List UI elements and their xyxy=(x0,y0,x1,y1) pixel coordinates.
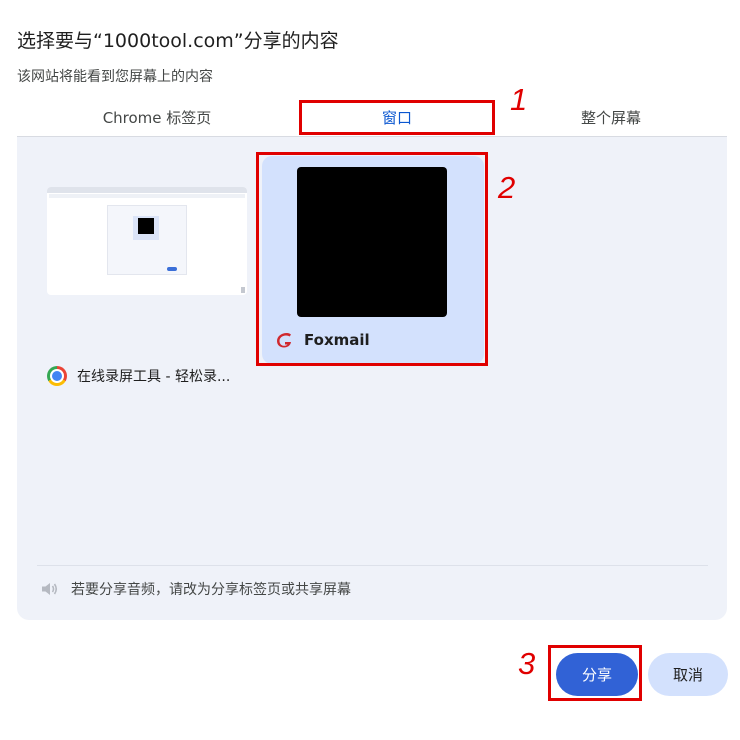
tab-chrome-tabs[interactable]: Chrome 标签页 xyxy=(17,100,297,136)
source-card-foxmail-window[interactable]: Foxmail xyxy=(262,156,484,364)
panel-divider xyxy=(37,565,708,566)
audio-note: 若要分享音频，请改为分享标签页或共享屏幕 xyxy=(39,578,351,600)
foxmail-icon xyxy=(277,333,291,348)
speaker-icon xyxy=(42,583,58,595)
source-title: Foxmail xyxy=(304,331,370,349)
tab-window[interactable]: 窗口 xyxy=(299,100,495,136)
source-panel: 在线录屏工具 - 轻松录... Foxmail 若要分享音频，请改为分享标签页或… xyxy=(17,137,727,620)
share-button[interactable]: 分享 xyxy=(556,653,638,696)
source-label: 在线录屏工具 - 轻松录... xyxy=(47,365,247,387)
source-title: 在线录屏工具 - 轻松录... xyxy=(77,369,231,385)
source-tabs: Chrome 标签页 窗口 整个屏幕 xyxy=(17,100,727,137)
annotation-number-1: 1 xyxy=(510,82,528,117)
tab-entire-screen[interactable]: 整个屏幕 xyxy=(511,100,711,136)
annotation-number-2: 2 xyxy=(498,170,516,205)
dialog-title: 选择要与“1000tool.com”分享的内容 xyxy=(17,30,339,52)
annotation-number-3: 3 xyxy=(518,646,536,681)
source-card-chrome-window[interactable]: 在线录屏工具 - 轻松录... xyxy=(39,175,255,386)
window-thumbnail xyxy=(47,187,247,295)
source-label: Foxmail xyxy=(274,328,370,352)
selected-tab-indicator xyxy=(301,132,493,135)
chrome-icon xyxy=(47,366,67,386)
cancel-button[interactable]: 取消 xyxy=(648,653,728,696)
window-thumbnail xyxy=(297,167,447,317)
dialog-subtitle: 该网站将能看到您屏幕上的内容 xyxy=(17,69,213,85)
audio-note-text: 若要分享音频，请改为分享标签页或共享屏幕 xyxy=(71,582,351,598)
